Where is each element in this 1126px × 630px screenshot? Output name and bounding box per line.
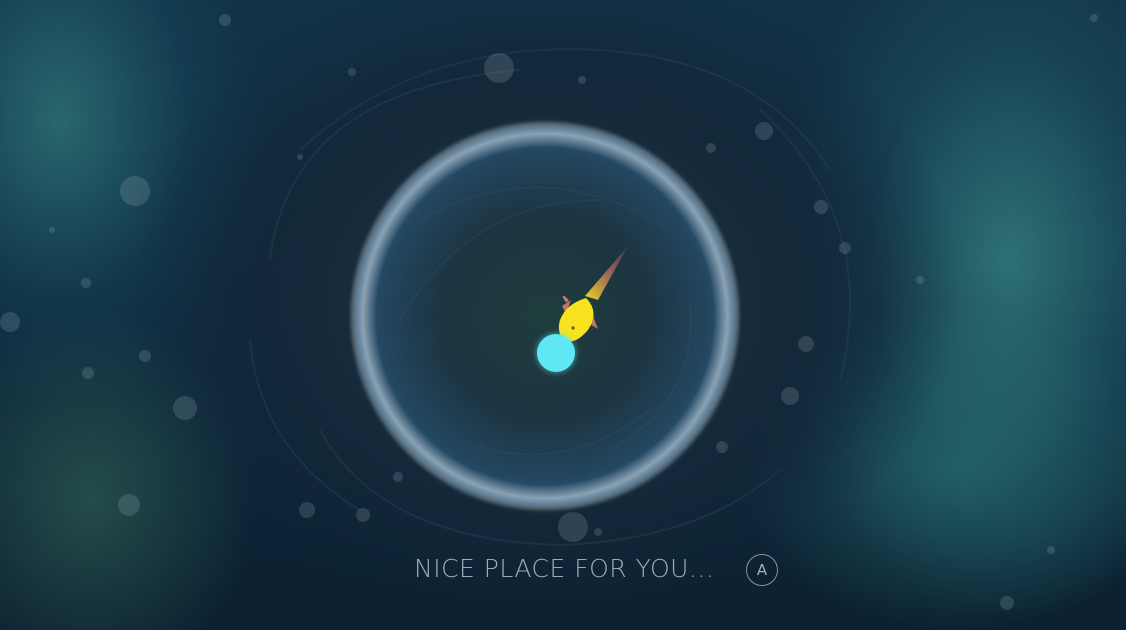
dialogue-text: NICE PLACE FOR YOU... [414,554,715,583]
dialogue-bar: NICE PLACE FOR YOU... A [0,548,1126,592]
a-button-prompt[interactable]: A [746,554,778,586]
a-button-label: A [756,561,768,579]
space-scene [0,10,1098,610]
creature-eye [571,326,575,330]
player-orb [537,334,575,372]
planet-rim [349,120,741,512]
game-viewport: NICE PLACE FOR YOU... A [0,0,1126,630]
